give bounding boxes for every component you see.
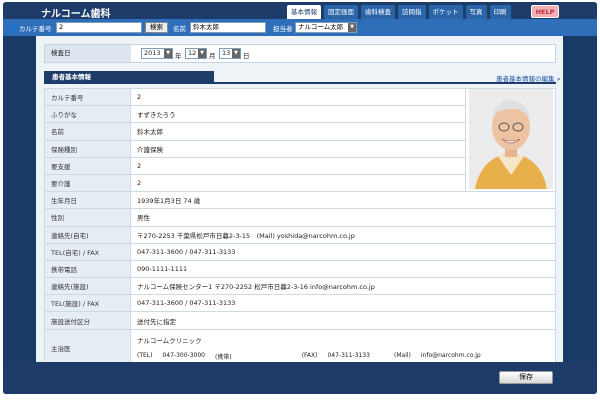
- year-unit: 年: [175, 52, 182, 60]
- tab-dental-exam[interactable]: 歯科検査: [361, 5, 395, 19]
- doctor-tel: 047-300-3000: [162, 352, 205, 360]
- save-button[interactable]: 保存: [499, 371, 553, 384]
- day-unit: 日: [243, 52, 250, 60]
- chart-number-label: カルテ番号: [19, 25, 52, 33]
- edit-patient-link[interactable]: 患者基本情報の編集 »: [496, 73, 561, 83]
- row-value: すずきたろう: [130, 105, 466, 124]
- search-button[interactable]: 検索: [145, 22, 168, 33]
- row-label: 施設送付区分: [44, 311, 131, 330]
- row-value: 介護保険: [130, 139, 466, 158]
- table-row: カルテ番号 2: [44, 87, 556, 193]
- patient-photo: [465, 87, 556, 193]
- row-value: 047-311-3600 / 047-311-3133: [130, 242, 556, 261]
- row-label: 連絡先(施設): [44, 277, 131, 296]
- row-value: 047-311-3600 / 047-311-3133: [130, 294, 556, 313]
- doctor-name: ナルコームクリニック: [137, 337, 202, 346]
- search-bar: 👤 カルテ番号 2 検索 名前 鈴木太郎 担当者 ナルコーム太郎 ▼: [3, 19, 597, 36]
- row-value: 〒270-2253 千葉県松戸市日暮2-3-15 (Mail) yoshida@…: [130, 225, 556, 244]
- row-label: ふりがな: [44, 105, 131, 124]
- chevron-down-icon: ▼: [232, 49, 240, 58]
- section-divider: [44, 82, 556, 84]
- row-label: 保険種別: [44, 139, 131, 158]
- row-label: カルテ番号: [44, 87, 131, 107]
- chevron-down-icon: ▼: [164, 49, 172, 58]
- tab-photo[interactable]: 写真: [465, 5, 487, 19]
- day-select[interactable]: 13 ▼: [219, 48, 241, 59]
- exam-date-label: 検査日: [45, 45, 131, 62]
- row-value: 2: [130, 173, 466, 193]
- doctor-tel-label: (TEL): [137, 352, 153, 360]
- table-row: 生年月日 1939年1月3日 74 歳: [44, 191, 556, 210]
- help-button[interactable]: HELP: [531, 5, 559, 18]
- table-row: 性別 男性: [44, 208, 556, 227]
- table-row: 携帯電話 090-1111-1111: [44, 259, 556, 279]
- row-value: 送付先に指定: [130, 311, 556, 330]
- row-label: 生年月日: [44, 191, 131, 210]
- row-label: TEL(自宅) / FAX: [44, 242, 131, 261]
- name-label: 名前: [173, 25, 186, 33]
- chevron-down-icon: ▼: [348, 23, 356, 32]
- staff-select[interactable]: ナルコーム太郎 ▼: [295, 22, 357, 33]
- user-icon: 👤: [9, 23, 18, 31]
- table-row: TEL(施設) / FAX 047-311-3600 / 047-311-313…: [44, 294, 556, 313]
- app-title: ナルコーム歯科: [41, 9, 111, 20]
- row-value: 男性: [130, 208, 556, 227]
- row-value: 1939年1月3日 74 歳: [130, 191, 556, 210]
- tab-fixed-screen[interactable]: 固定画面: [324, 5, 358, 19]
- doctor-mail: info@narcohm.co.jp: [420, 352, 481, 360]
- month-unit: 月: [209, 52, 216, 60]
- row-label: TEL(施設) / FAX: [44, 294, 131, 313]
- doctor-mobile-label: (携帯): [215, 354, 232, 362]
- doctor-fax-label: (FAX): [301, 352, 318, 360]
- day-value: 13: [222, 49, 231, 57]
- doctor-contact: (TEL) 047-300-3000 (携帯) (FAX) 047-311-31…: [137, 352, 549, 361]
- chart-number-input[interactable]: 2: [56, 22, 142, 33]
- tab-basic-info[interactable]: 基本情報: [287, 5, 321, 19]
- table-row: 施設送付区分 送付先に指定: [44, 311, 556, 330]
- chevron-down-icon: ▼: [198, 49, 206, 58]
- row-label: 性別: [44, 208, 131, 227]
- month-value: 12: [188, 49, 197, 57]
- doctor-info: ナルコームクリニック (TEL) 047-300-3000 (携帯) (FAX)…: [130, 328, 556, 362]
- row-value: ナルコーム保険センター1 〒270-2252 松戸市日暮2-3-16 info@…: [130, 277, 556, 296]
- doctor-fax: 047-311-3133: [327, 352, 370, 360]
- app-window: ナルコーム歯科 基本情報 固定画面 歯科検査 訪問指 ポケット 写真 印刷 HE…: [3, 2, 597, 394]
- tab-print[interactable]: 印刷: [489, 5, 511, 19]
- tab-pocket[interactable]: ポケット: [428, 5, 463, 19]
- row-value: 2: [130, 156, 466, 175]
- exam-date-row: 検査日 2013 ▼ 年 12 ▼ 月 13 ▼ 日: [44, 44, 556, 63]
- staff-select-value: ナルコーム太郎: [298, 23, 344, 31]
- table-row: TEL(自宅) / FAX 047-311-3600 / 047-311-313…: [44, 242, 556, 261]
- tab-visit[interactable]: 訪問指: [398, 5, 426, 19]
- row-value: 2: [130, 87, 466, 107]
- row-label: 要支援: [44, 156, 131, 175]
- tab-bar: 基本情報 固定画面 歯科検査 訪問指 ポケット 写真 印刷: [287, 5, 511, 20]
- year-select[interactable]: 2013 ▼: [141, 48, 173, 59]
- row-label: 要介護: [44, 173, 131, 193]
- doctor-mail-label: (Mail): [394, 352, 411, 360]
- row-value: 090-1111-1111: [130, 259, 556, 279]
- row-value: 鈴木太郎: [130, 122, 466, 141]
- staff-label: 担当者: [273, 25, 293, 33]
- patient-photo-image: [468, 89, 553, 190]
- month-select[interactable]: 12 ▼: [185, 48, 207, 59]
- table-row: 連絡先(施設) ナルコーム保険センター1 〒270-2252 松戸市日暮2-3-…: [44, 277, 556, 296]
- patient-info-table: カルテ番号 2 ふりがな すずきたろう 名前 鈴木太郎 保険種別 介護保険 要支…: [44, 87, 556, 362]
- row-label: 連絡先(自宅): [44, 225, 131, 244]
- year-value: 2013: [144, 49, 161, 57]
- name-input[interactable]: 鈴木太郎: [190, 22, 266, 33]
- table-row: 連絡先(自宅) 〒270-2253 千葉県松戸市日暮2-3-15 (Mail) …: [44, 225, 556, 244]
- row-label: 名前: [44, 122, 131, 141]
- doctor-label: 主治医: [44, 328, 131, 362]
- main-content: 検査日 2013 ▼ 年 12 ▼ 月 13 ▼ 日 患者基本情報 患者基本情報…: [36, 36, 563, 362]
- footer-bar: 保存: [3, 362, 597, 394]
- table-row: 主治医 ナルコームクリニック (TEL) 047-300-3000 (携帯) (…: [44, 328, 556, 362]
- header-bar: ナルコーム歯科 基本情報 固定画面 歯科検査 訪問指 ポケット 写真 印刷 HE…: [3, 2, 597, 20]
- row-label: 携帯電話: [44, 259, 131, 279]
